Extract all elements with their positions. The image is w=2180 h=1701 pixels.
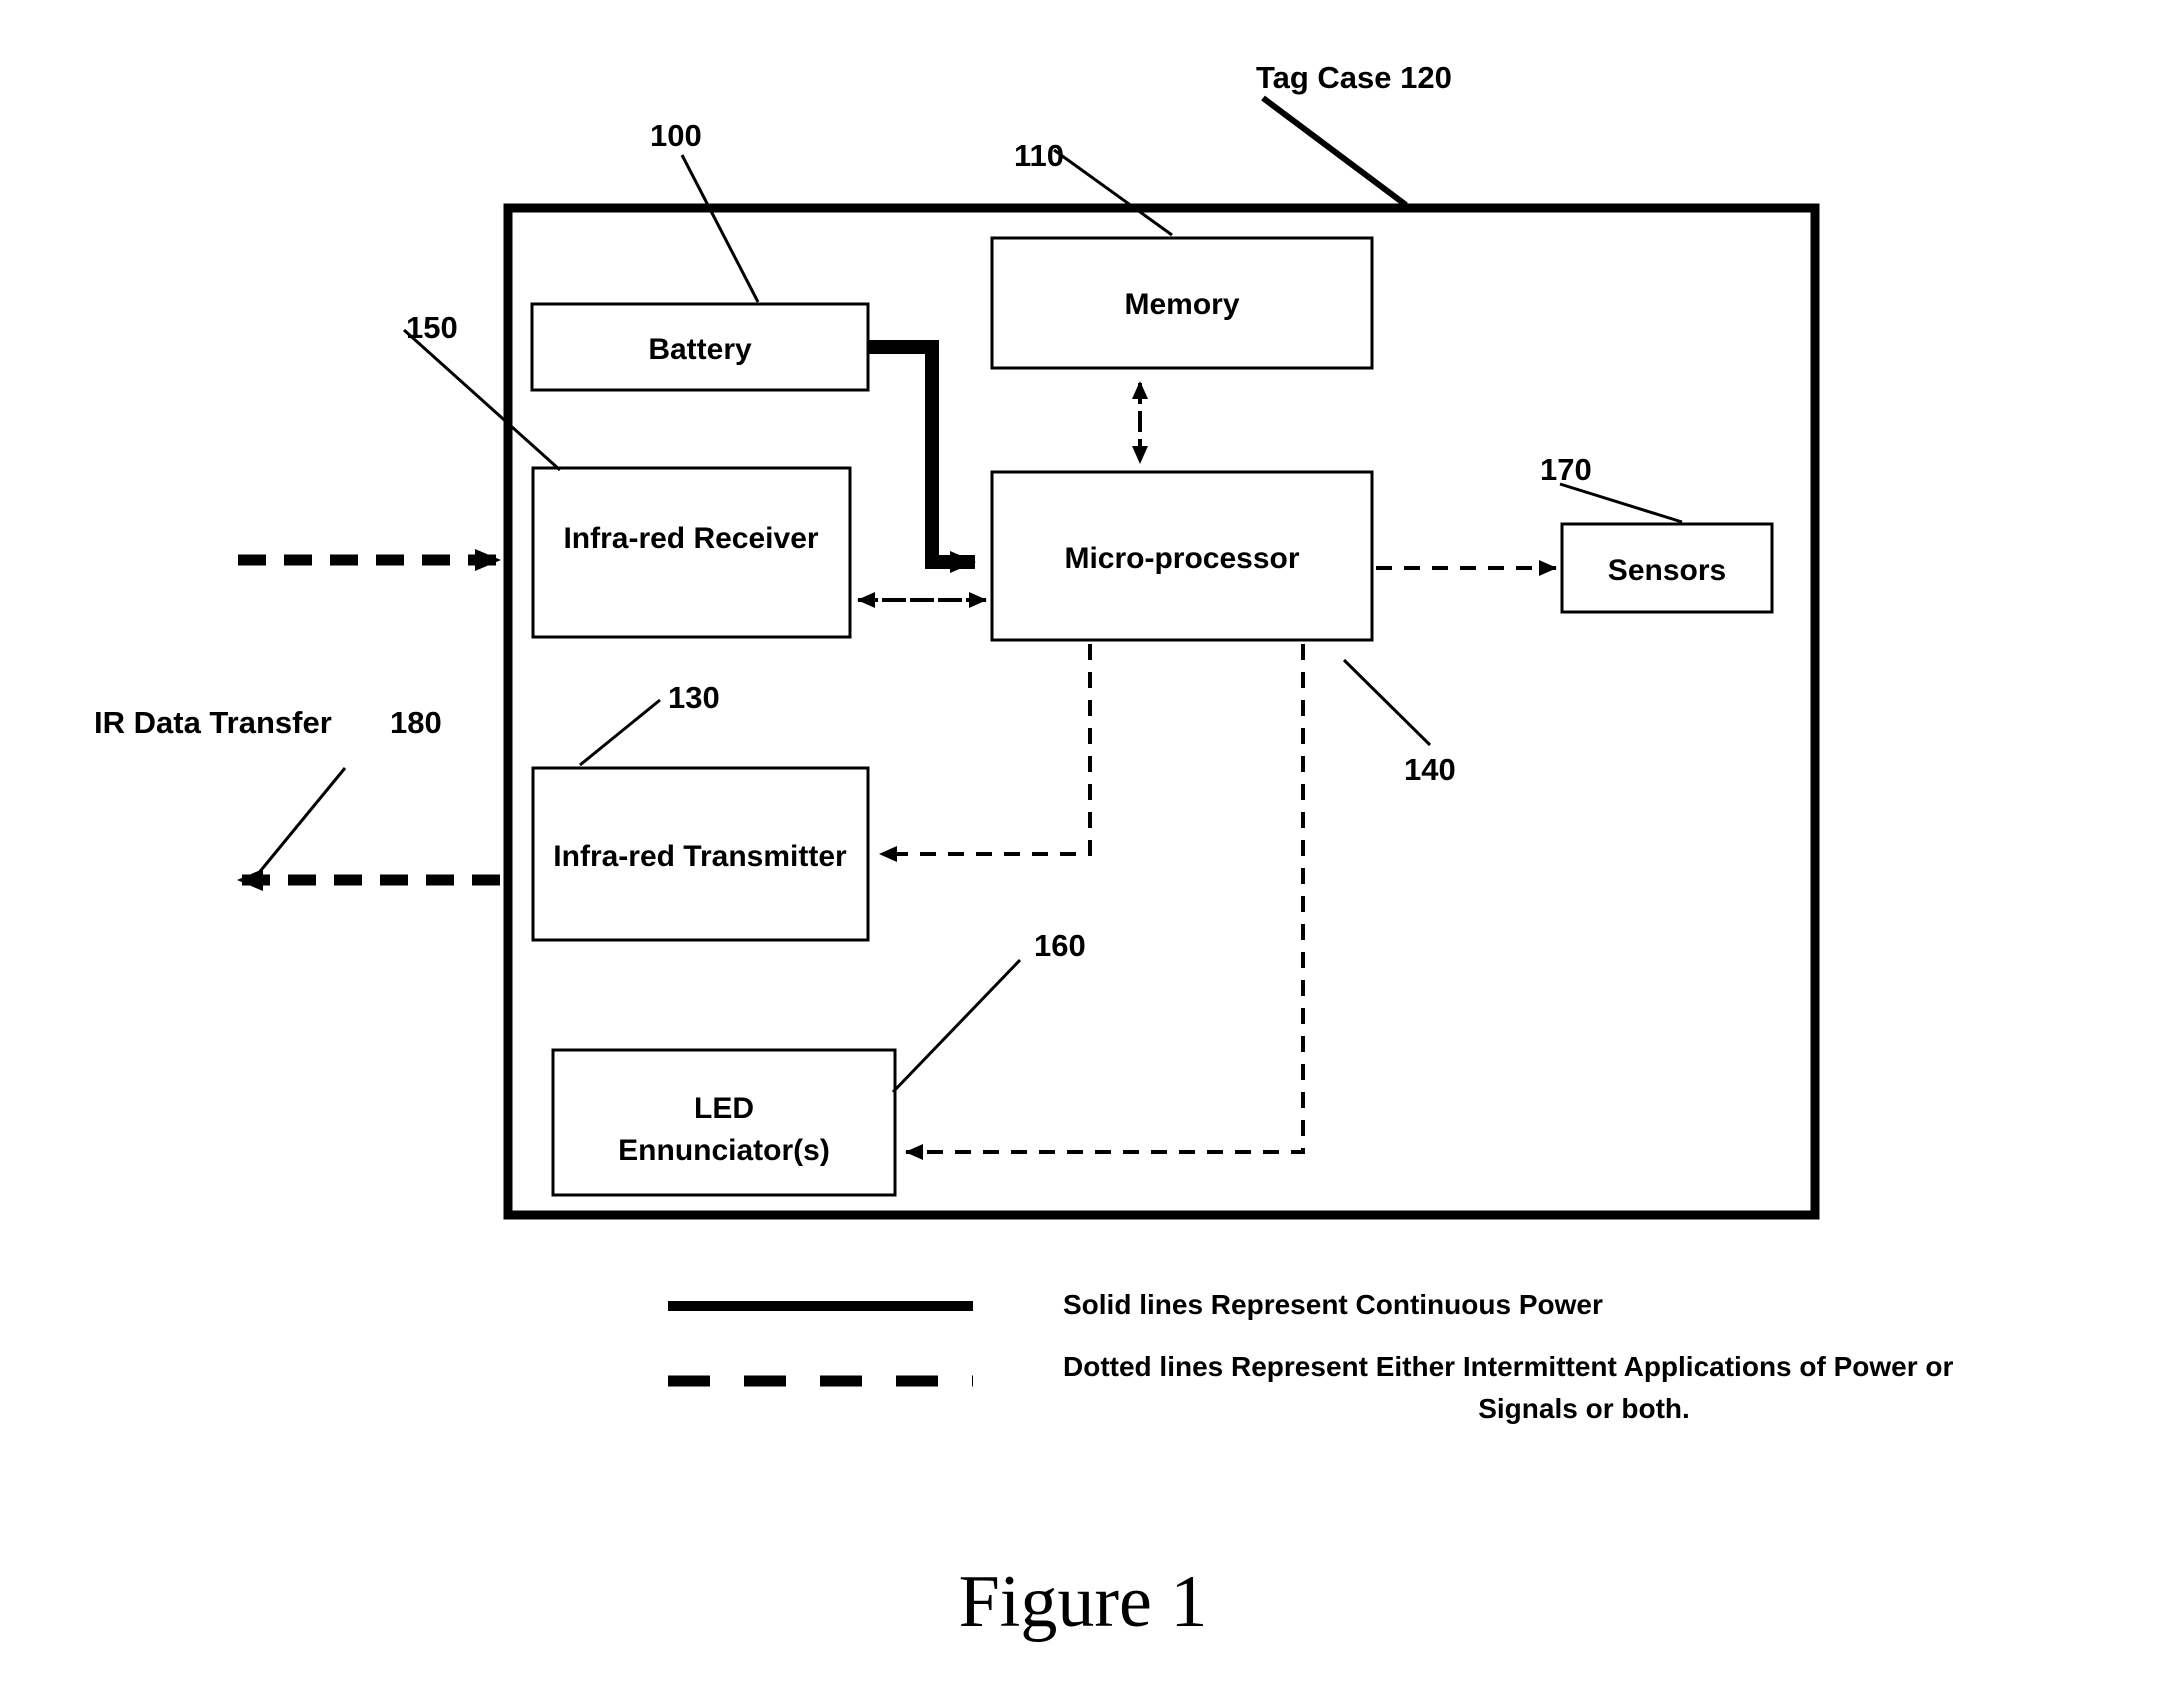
ref-number-170: 170 bbox=[1540, 452, 1592, 487]
leader-ref-110 bbox=[1053, 148, 1173, 237]
leader-ref-140 bbox=[1342, 658, 1432, 747]
ref-number-140: 140 bbox=[1404, 752, 1456, 787]
led-ennunciator-label-line2: Ennunciator(s) bbox=[618, 1134, 830, 1167]
figure-caption: Figure 1 bbox=[958, 1561, 1208, 1643]
microprocessor-label: Micro-processor bbox=[1064, 542, 1300, 575]
battery-label: Battery bbox=[648, 333, 752, 366]
legend-dashed-text-line2: Signals or both. bbox=[1478, 1393, 1690, 1424]
sensors-label: Sensors bbox=[1607, 554, 1727, 587]
ir-data-transfer-label: IR Data Transfer bbox=[94, 705, 332, 740]
ir-transmitter-label: Infra-red Transmitter bbox=[553, 840, 847, 873]
leader-tag-case bbox=[1261, 95, 1408, 208]
legend-solid-text: Solid lines Represent Continuous Power bbox=[1063, 1289, 1603, 1320]
signal-microprocessor-to-led-ennunciator bbox=[905, 644, 1305, 1160]
ref-number-180: 180 bbox=[390, 705, 442, 740]
ref-number-150: 150 bbox=[406, 310, 458, 345]
leader-ref-180 bbox=[251, 767, 347, 881]
leader-ref-130 bbox=[579, 698, 661, 767]
leader-ref-100 bbox=[680, 154, 760, 303]
ref-number-110: 110 bbox=[1014, 138, 1065, 173]
ref-number-100: 100 bbox=[650, 118, 702, 153]
ref-number-130: 130 bbox=[668, 680, 720, 715]
figure-vector-layer bbox=[237, 95, 1820, 1387]
figure-canvas: Tag Case 120 100 110 150 170 140 130 160… bbox=[0, 0, 2180, 1701]
memory-label: Memory bbox=[1124, 288, 1240, 321]
leader-ref-170 bbox=[1559, 482, 1683, 524]
leader-ref-160 bbox=[891, 958, 1022, 1094]
ir-receiver-label: Infra-red Receiver bbox=[563, 522, 819, 555]
power-bus-battery-to-microprocessor bbox=[868, 340, 976, 573]
tag-case-label: Tag Case 120 bbox=[1256, 60, 1452, 95]
led-ennunciator-label-line1: LED bbox=[694, 1092, 754, 1125]
legend-dashed-text-line1: Dotted lines Represent Either Intermitte… bbox=[1063, 1351, 1954, 1382]
signal-microprocessor-to-ir-transmitter bbox=[879, 644, 1092, 862]
ref-number-160: 160 bbox=[1034, 928, 1086, 963]
